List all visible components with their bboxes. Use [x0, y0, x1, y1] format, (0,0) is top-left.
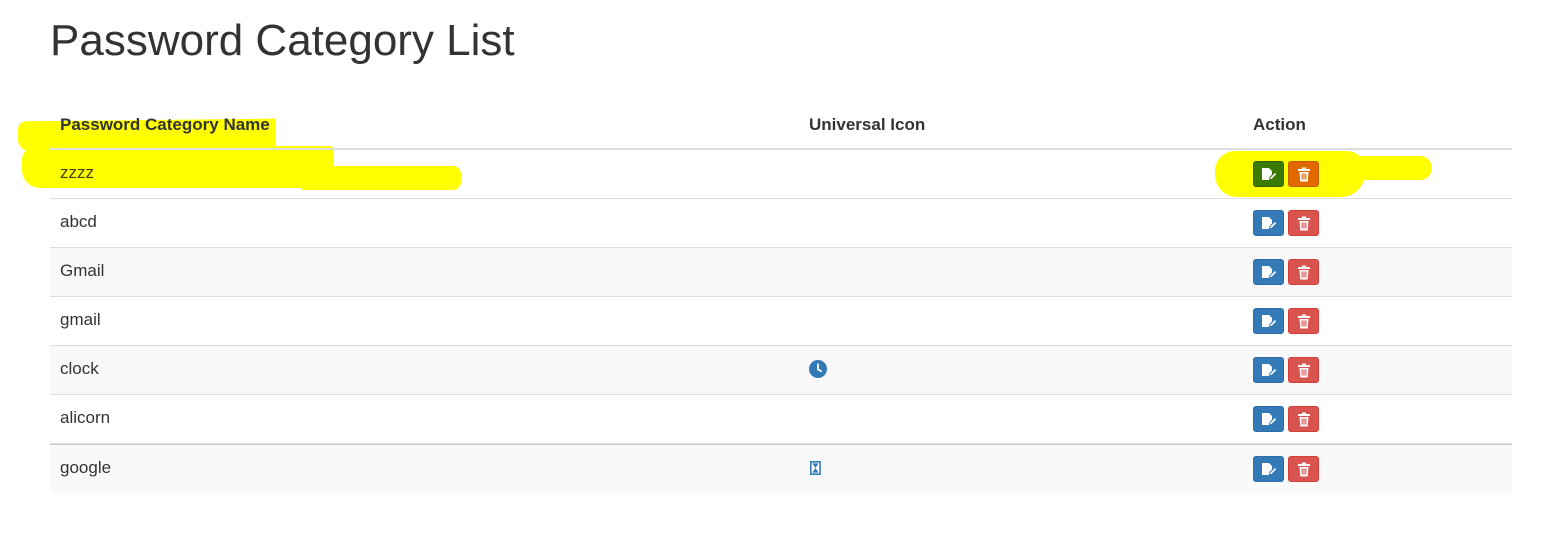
- table-row: alicorn: [50, 395, 1512, 444]
- trash-icon: [1297, 314, 1310, 328]
- table-row: gmail: [50, 297, 1512, 346]
- category-name: google: [60, 458, 112, 477]
- edit-button[interactable]: [1253, 406, 1284, 432]
- category-table: Password Category Name Universal Icon Ac…: [50, 100, 1512, 493]
- edit-button[interactable]: [1253, 161, 1284, 187]
- trash-icon: [1297, 412, 1310, 426]
- table-row: Gmail: [50, 248, 1512, 297]
- trash-icon: [1297, 462, 1310, 476]
- delete-button[interactable]: [1288, 357, 1319, 383]
- table-header: Password Category Name Universal Icon Ac…: [50, 100, 1512, 150]
- edit-button[interactable]: [1253, 259, 1284, 285]
- category-name: zzzz: [60, 163, 94, 182]
- table-row: clock: [50, 346, 1512, 395]
- category-name: clock: [60, 359, 99, 378]
- edit-icon: [1261, 364, 1276, 376]
- edit-icon: [1261, 463, 1276, 475]
- edit-button[interactable]: [1253, 456, 1284, 482]
- delete-button[interactable]: [1288, 406, 1319, 432]
- table-row: google: [50, 444, 1512, 493]
- edit-icon: [1261, 266, 1276, 278]
- row-actions: [1253, 259, 1319, 285]
- delete-button[interactable]: [1288, 259, 1319, 285]
- delete-button[interactable]: [1288, 210, 1319, 236]
- row-actions: [1253, 308, 1319, 334]
- row-actions: [1253, 161, 1319, 187]
- trash-icon: [1297, 363, 1310, 377]
- clock-icon: [809, 360, 827, 378]
- column-header-icon: Universal Icon: [809, 115, 926, 134]
- row-actions: [1253, 357, 1319, 383]
- delete-button[interactable]: [1288, 161, 1319, 187]
- row-actions: [1253, 406, 1319, 432]
- edit-icon: [1261, 217, 1276, 229]
- trash-icon: [1297, 167, 1310, 181]
- category-name: abcd: [60, 212, 97, 231]
- delete-button[interactable]: [1288, 308, 1319, 334]
- row-actions: [1253, 456, 1319, 482]
- category-name: alicorn: [60, 408, 111, 427]
- column-header-name: Password Category Name: [60, 115, 270, 134]
- trash-icon: [1297, 265, 1310, 279]
- edit-button[interactable]: [1253, 357, 1284, 383]
- delete-button[interactable]: [1288, 456, 1319, 482]
- hourglass-icon: [810, 461, 821, 475]
- edit-button[interactable]: [1253, 308, 1284, 334]
- row-actions: [1253, 210, 1319, 236]
- page-title: Password Category List: [50, 16, 515, 65]
- table-row: zzzz: [50, 150, 1512, 199]
- edit-button[interactable]: [1253, 210, 1284, 236]
- edit-icon: [1261, 413, 1276, 425]
- column-header-action: Action: [1253, 115, 1306, 134]
- edit-icon: [1261, 315, 1276, 327]
- category-name: gmail: [60, 310, 101, 329]
- trash-icon: [1297, 216, 1310, 230]
- table-row: abcd: [50, 199, 1512, 248]
- edit-icon: [1261, 168, 1276, 180]
- category-name: Gmail: [60, 261, 105, 280]
